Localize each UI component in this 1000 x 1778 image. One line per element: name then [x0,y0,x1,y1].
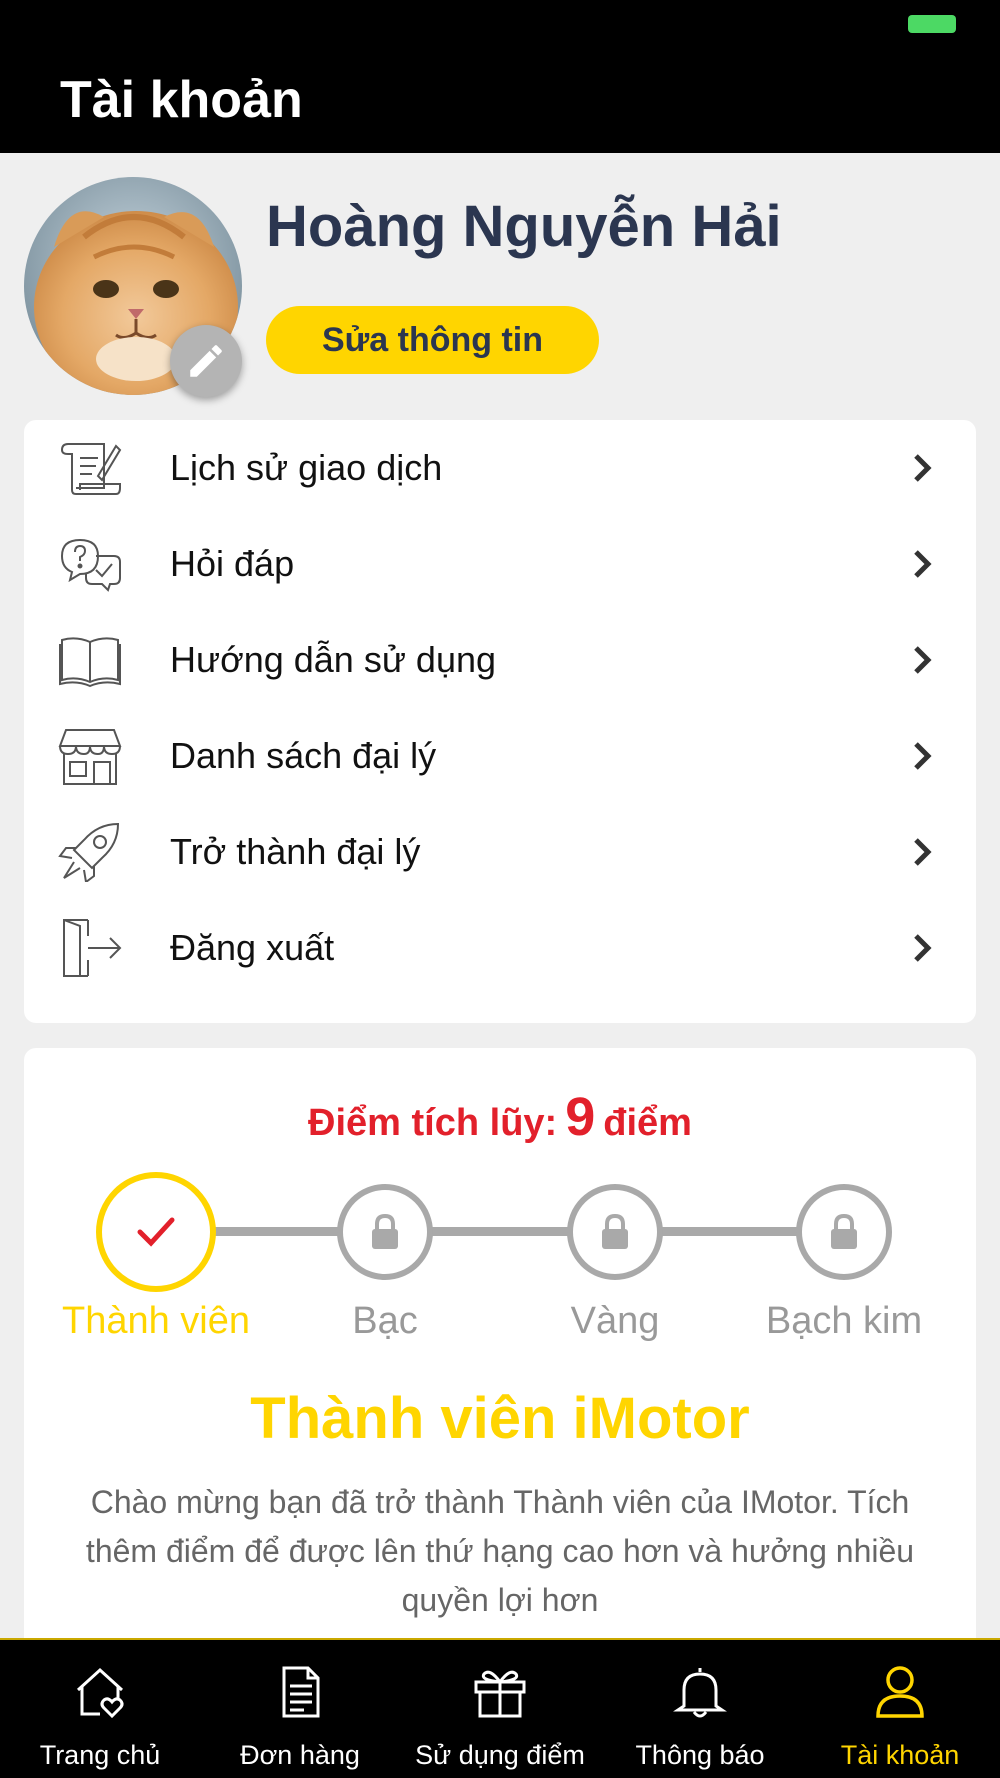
pencil-icon [190,345,222,377]
lock-icon [831,1213,857,1249]
tier-label-platinum: Bạch kim [765,1300,923,1342]
menu-item-label: Trở thành đại lý [170,831,421,872]
chevron-right-icon [914,550,932,578]
logout-icon [63,919,122,977]
tab-label: Trang chủ [39,1740,161,1770]
avatar-edit-button[interactable] [170,325,242,397]
tab-orders[interactable]: Đơn hàng [200,1640,400,1778]
check-icon [137,1217,175,1247]
book-icon [59,637,121,688]
faq-chat-icon [60,538,121,592]
user-name: Hoàng Nguyễn Hải [266,194,782,259]
menu-item-transaction-history[interactable]: Lịch sử giao dịch [24,420,976,516]
home-heart-icon [76,1667,124,1719]
edit-profile-button[interactable]: Sửa thông tin [266,306,599,374]
document-icon [282,1666,320,1718]
chevron-right-icon [914,742,932,770]
current-tier-description: Chào mừng bạn đã trở thành Thành viên củ… [85,1484,915,1618]
chevron-right-icon [914,646,932,674]
menu-item-faq[interactable]: Hỏi đáp [24,516,976,612]
menu-item-label: Đăng xuất [170,927,335,968]
app-header: Tài khoản [0,0,1000,153]
chevron-right-icon [914,454,932,482]
tab-account[interactable]: Tài khoản [800,1640,1000,1778]
scroll-icon [60,443,122,495]
menu-item-label: Danh sách đại lý [170,735,437,776]
user-icon [876,1666,924,1718]
tier-label-silver: Bạc [352,1300,418,1342]
gift-icon [474,1670,526,1718]
chevron-right-icon [914,934,932,962]
store-icon [58,729,122,785]
current-tier-title: Thành viên iMotor [250,1386,750,1451]
tab-label: Sử dụng điểm [415,1740,585,1770]
points-label: Điểm tích lũy: [308,1102,558,1144]
points-value: 9 [565,1087,596,1147]
tier-node-gold[interactable] [567,1184,663,1280]
tab-label: Tài khoản [840,1740,960,1770]
tier-node-member[interactable] [96,1172,216,1292]
tab-home[interactable]: Trang chủ [0,1640,200,1778]
lock-icon [372,1213,398,1249]
tier-label-member: Thành viên [61,1300,250,1342]
menu-item-dealer-list[interactable]: Danh sách đại lý [24,708,976,804]
menu-item-become-dealer[interactable]: Trở thành đại lý [24,804,976,900]
bell-icon [673,1668,727,1718]
battery-icon [908,15,956,33]
menu-item-logout[interactable]: Đăng xuất [24,900,976,996]
tier-node-silver[interactable] [337,1184,433,1280]
menu-item-user-guide[interactable]: Hướng dẫn sử dụng [24,612,976,708]
menu-item-label: Hỏi đáp [170,543,295,584]
menu-item-label: Hướng dẫn sử dụng [170,639,497,680]
tier-progress-track [214,1227,854,1236]
tab-notifications[interactable]: Thông báo [600,1640,800,1778]
profile-section: Hoàng Nguyễn Hải Sửa thông tin [0,153,1000,410]
lock-icon [602,1213,628,1249]
points-unit: điểm [603,1102,692,1144]
tab-label: Đơn hàng [240,1740,360,1770]
tab-label: Thông báo [635,1740,765,1770]
tier-label-gold: Vàng [570,1300,660,1342]
chevron-right-icon [914,838,932,866]
page-title: Tài khoản [60,71,303,129]
bottom-tab-bar: Trang chủ Đơn hàng Sử dụng điểm Thông bá… [0,1638,1000,1778]
tab-use-points[interactable]: Sử dụng điểm [400,1640,600,1778]
points-summary: Điểm tích lũy: 9 điểm [24,1086,976,1148]
tier-node-platinum[interactable] [796,1184,892,1280]
menu-item-label: Lịch sử giao dịch [170,447,443,488]
account-menu: Lịch sử giao dịch Hỏi đáp Hướng dẫn sử d… [24,420,976,1023]
rocket-icon [58,822,120,882]
